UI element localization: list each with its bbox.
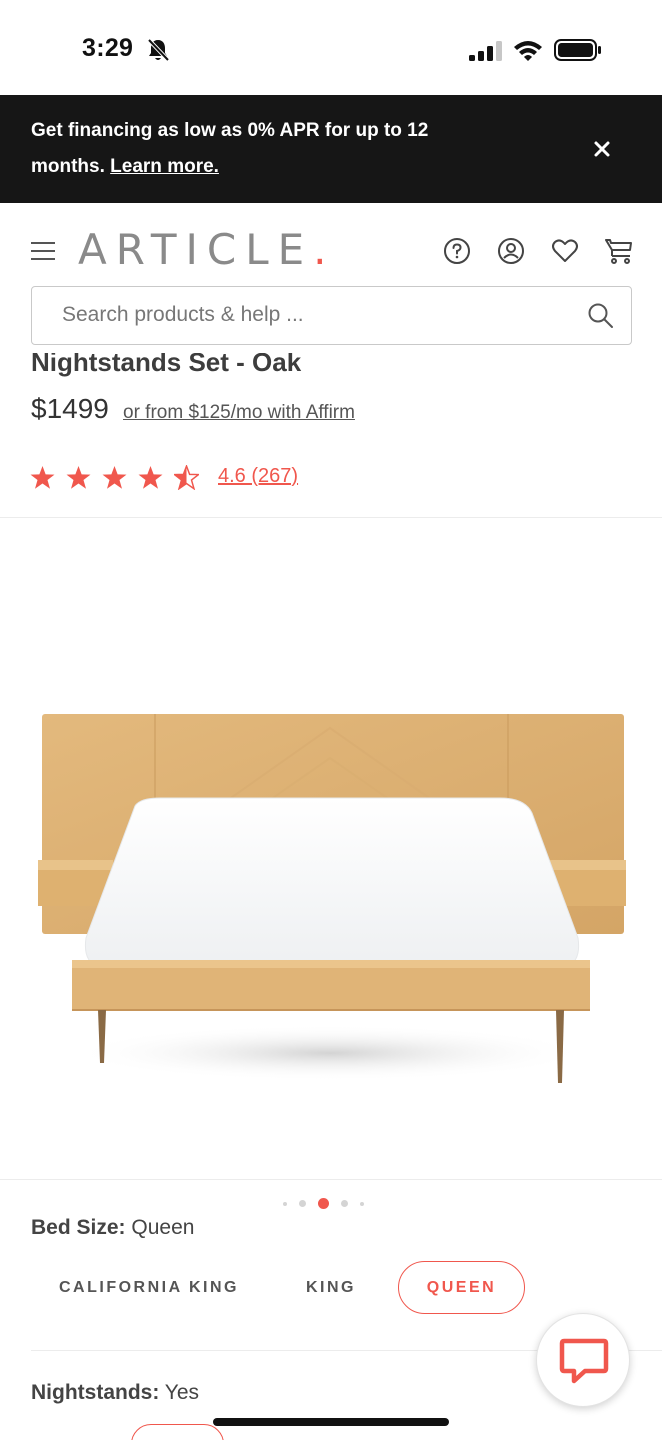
carousel-dot[interactable] bbox=[341, 1200, 348, 1207]
carousel-dot[interactable] bbox=[299, 1200, 306, 1207]
logo-text: ARTICLE bbox=[78, 225, 314, 274]
chat-bubble-icon bbox=[559, 1338, 609, 1384]
reviews-link[interactable]: 4.6 (267) bbox=[218, 465, 298, 488]
bed-size-label: Bed Size: Queen bbox=[31, 1216, 194, 1240]
carousel-dot-active[interactable] bbox=[318, 1198, 329, 1209]
learn-more-link[interactable]: Learn more. bbox=[110, 156, 219, 177]
financing-text: Get financing as low as 0% APR for up to… bbox=[31, 120, 429, 177]
star-half-icon bbox=[174, 465, 199, 490]
star-full-icon bbox=[138, 466, 163, 489]
home-indicator bbox=[213, 1418, 449, 1426]
product-image-gallery[interactable] bbox=[0, 518, 662, 1180]
battery-icon bbox=[554, 39, 601, 61]
nightstands-value: Yes bbox=[164, 1381, 200, 1404]
site-header: ARTICLE. bbox=[0, 203, 662, 353]
star-full-icon bbox=[66, 466, 91, 489]
article-logo[interactable]: ARTICLE. bbox=[78, 225, 336, 274]
financing-banner: Get financing as low as 0% APR for up to… bbox=[0, 95, 662, 203]
product-price: $1499 bbox=[31, 393, 109, 424]
size-option-king[interactable]: KING bbox=[302, 1261, 360, 1314]
hamburger-menu-icon[interactable] bbox=[30, 239, 56, 263]
bed-size-value: Queen bbox=[131, 1216, 195, 1239]
affirm-financing-link[interactable]: or from $125/mo with Affirm bbox=[123, 402, 355, 424]
size-option-queen[interactable]: QUEEN bbox=[398, 1261, 525, 1314]
search-icon[interactable] bbox=[587, 302, 614, 329]
product-title: Nightstands Set - Oak bbox=[31, 353, 302, 377]
bed-size-label-text: Bed Size: bbox=[31, 1216, 126, 1239]
wishlist-heart-icon[interactable] bbox=[551, 237, 579, 265]
chat-button[interactable] bbox=[536, 1313, 630, 1407]
carousel-dot[interactable] bbox=[360, 1201, 364, 1206]
product-summary: Nightstands Set - Oak $1499 or from $125… bbox=[0, 353, 662, 518]
logo-dot: . bbox=[313, 225, 336, 274]
search-input[interactable] bbox=[62, 287, 582, 343]
status-time: 3:29 bbox=[82, 34, 134, 62]
status-bar: 3:29 bbox=[0, 0, 662, 95]
star-full-icon bbox=[102, 466, 127, 489]
help-icon[interactable] bbox=[443, 237, 471, 265]
rating-stars bbox=[30, 465, 199, 490]
bed-product-image bbox=[38, 714, 626, 1083]
carousel-dot[interactable] bbox=[283, 1201, 287, 1206]
carousel-indicator bbox=[283, 1198, 364, 1209]
search-box bbox=[31, 286, 632, 345]
size-option-california-king[interactable]: CALIFORNIA KING bbox=[58, 1261, 240, 1314]
bell-off-icon bbox=[147, 38, 169, 62]
financing-message: Get financing as low as 0% APR for up to… bbox=[31, 113, 501, 185]
cart-icon[interactable] bbox=[605, 237, 633, 265]
signal-icon bbox=[469, 41, 502, 61]
nightstands-option-yes[interactable] bbox=[131, 1424, 224, 1440]
star-full-icon bbox=[30, 466, 55, 489]
close-icon[interactable] bbox=[588, 135, 616, 163]
wifi-icon bbox=[514, 41, 542, 61]
account-icon[interactable] bbox=[497, 237, 525, 265]
nightstands-label-text: Nightstands: bbox=[31, 1381, 160, 1404]
nightstands-label: Nightstands: Yes bbox=[31, 1381, 199, 1405]
